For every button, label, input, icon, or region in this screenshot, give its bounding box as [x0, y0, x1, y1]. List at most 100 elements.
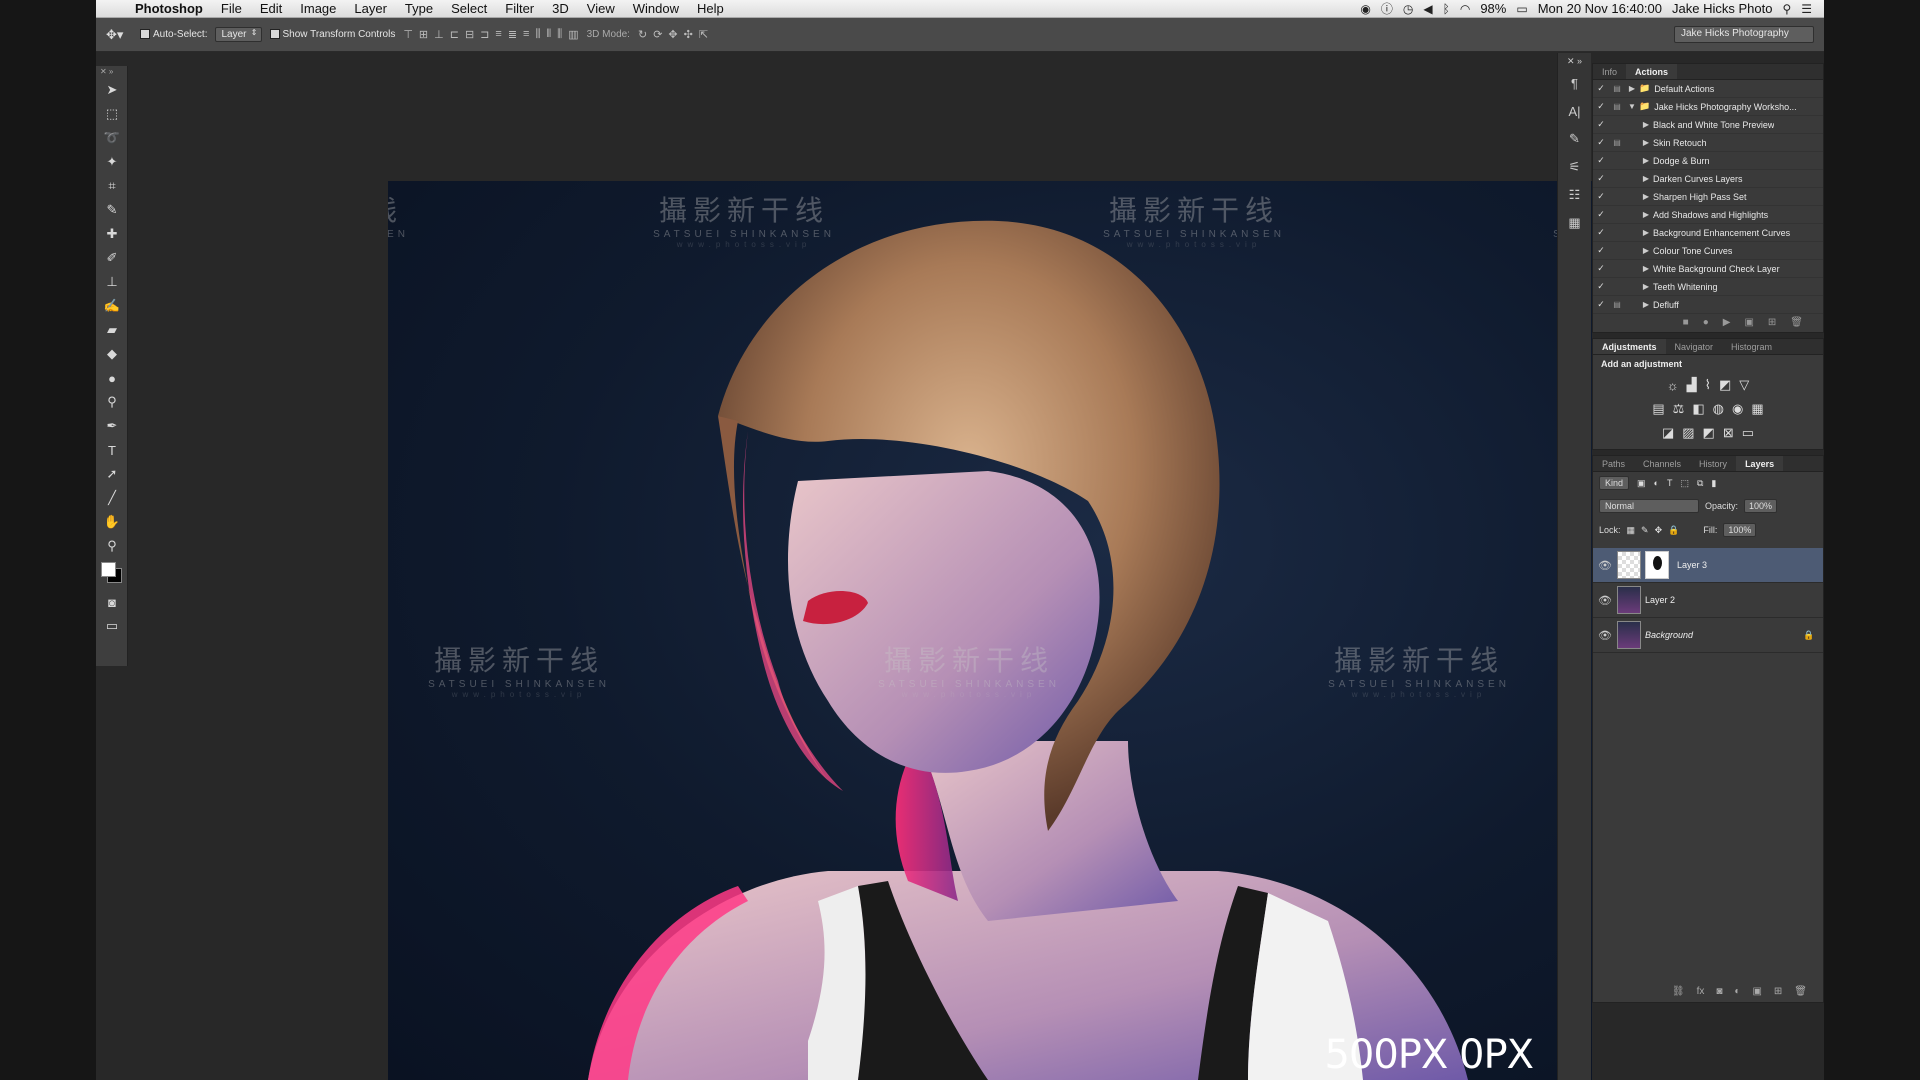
- styles-icon[interactable]: ▦: [1558, 209, 1591, 237]
- screen-mode-icon[interactable]: ▭: [96, 614, 128, 638]
- accessibility-icon[interactable]: ⓘ: [1381, 0, 1393, 17]
- eraser-icon[interactable]: ▰: [96, 318, 128, 342]
- canvas-image[interactable]: 攝影新干线 SATSUEI SHINKANSEN www.photoss.vip…: [388, 181, 1593, 1080]
- tab-histogram[interactable]: Histogram: [1722, 339, 1781, 354]
- tools-panel-header[interactable]: ✕ »: [96, 66, 127, 78]
- paint-bucket-icon[interactable]: ◆: [96, 342, 128, 366]
- channel-mixer-icon[interactable]: ◉: [1732, 401, 1743, 417]
- new-set-icon[interactable]: ▣: [1744, 317, 1753, 328]
- layer-name[interactable]: Background: [1645, 630, 1803, 640]
- menu-help[interactable]: Help: [688, 0, 733, 18]
- show-transform-checkbox[interactable]: Show Transform Controls: [269, 29, 395, 40]
- blend-mode-dropdown[interactable]: Normal: [1599, 499, 1699, 513]
- action-enabled-check-icon[interactable]: ✓: [1593, 155, 1609, 166]
- action-enabled-check-icon[interactable]: ✓: [1593, 227, 1609, 238]
- dock-collapse-icon[interactable]: ✕ »: [1558, 53, 1591, 69]
- time-machine-icon[interactable]: ◷: [1403, 2, 1413, 16]
- battery-icon[interactable]: ▭: [1516, 2, 1527, 16]
- color-balance-icon[interactable]: ⚖: [1673, 401, 1685, 417]
- tab-info[interactable]: Info: [1593, 64, 1626, 79]
- invert-icon[interactable]: ◪: [1662, 425, 1674, 441]
- color-swatches[interactable]: [96, 558, 127, 590]
- type-tool-icon[interactable]: T: [96, 438, 128, 462]
- action-enabled-check-icon[interactable]: ✓: [1593, 263, 1609, 274]
- curves-icon[interactable]: ⌇: [1705, 377, 1711, 393]
- opacity-input[interactable]: 100%: [1744, 499, 1778, 513]
- black-white-icon[interactable]: ◧: [1692, 401, 1704, 417]
- menu-file[interactable]: File: [212, 0, 251, 18]
- action-item[interactable]: ✓ ▶ Darken Curves Layers: [1593, 170, 1823, 188]
- expand-triangle-icon[interactable]: ▶: [1639, 300, 1653, 309]
- fx-icon[interactable]: fx: [1697, 986, 1705, 997]
- menu-window[interactable]: Window: [624, 0, 688, 18]
- brightness-contrast-icon[interactable]: ☼: [1667, 378, 1679, 393]
- clock[interactable]: Mon 20 Nov 16:40:00: [1538, 1, 1662, 16]
- menu-filter[interactable]: Filter: [496, 0, 543, 18]
- action-enabled-check-icon[interactable]: ✓: [1593, 137, 1609, 148]
- align-bottom-icon[interactable]: ⊥: [434, 28, 444, 41]
- dialog-toggle-icon[interactable]: ▤: [1609, 102, 1625, 111]
- character-icon[interactable]: A|: [1558, 97, 1591, 125]
- filter-type-icon[interactable]: T: [1667, 478, 1673, 488]
- tab-actions[interactable]: Actions: [1626, 64, 1678, 79]
- action-item[interactable]: ✓ ▶ Background Enhancement Curves: [1593, 224, 1823, 242]
- action-enabled-check-icon[interactable]: ✓: [1593, 281, 1609, 292]
- align-right-icon[interactable]: ⊐: [480, 28, 489, 41]
- record-icon[interactable]: ●: [1703, 317, 1709, 328]
- action-enabled-check-icon[interactable]: ✓: [1593, 209, 1609, 220]
- 3d-slide-icon[interactable]: ✣: [684, 28, 693, 41]
- kind-dropdown[interactable]: Kind: [1599, 476, 1630, 490]
- action-item[interactable]: ✓ ▶ White Background Check Layer: [1593, 260, 1823, 278]
- action-item[interactable]: ✓ ▶ Dodge & Burn: [1593, 152, 1823, 170]
- layer-row-layer-3[interactable]: 👁 Layer 3: [1593, 548, 1823, 583]
- foreground-color[interactable]: [101, 562, 116, 577]
- align-vcenter-icon[interactable]: ⊞: [419, 28, 428, 41]
- stop-icon[interactable]: ■: [1683, 317, 1689, 328]
- checkbox-box[interactable]: [140, 29, 150, 40]
- pen-tool-icon[interactable]: ✒: [96, 414, 128, 438]
- expand-triangle-icon[interactable]: ▶: [1625, 84, 1639, 93]
- layer-thumbnail[interactable]: [1617, 621, 1641, 649]
- menu-layer[interactable]: Layer: [345, 0, 396, 18]
- move-tool-icon[interactable]: ➤: [96, 78, 128, 102]
- action-enabled-check-icon[interactable]: ✓: [1593, 191, 1609, 202]
- levels-icon[interactable]: ▟: [1687, 377, 1697, 393]
- color-lookup-icon[interactable]: ▦: [1751, 401, 1763, 417]
- selective-color-icon[interactable]: ⊠: [1723, 425, 1734, 441]
- distribute-vcenter-icon[interactable]: ≣: [508, 28, 517, 41]
- brush-tool-icon[interactable]: ✐: [96, 246, 128, 270]
- expand-triangle-icon[interactable]: ▶: [1639, 228, 1653, 237]
- gradient-map-icon[interactable]: ▭: [1742, 425, 1754, 441]
- history-brush-icon[interactable]: ✍: [96, 294, 128, 318]
- tab-history[interactable]: History: [1690, 456, 1736, 471]
- play-icon[interactable]: ▶: [1723, 317, 1731, 328]
- menu-image[interactable]: Image: [291, 0, 345, 18]
- record-icon[interactable]: ◉: [1360, 2, 1370, 16]
- distribute-top-icon[interactable]: ≡: [495, 28, 501, 41]
- zoom-tool-icon[interactable]: ⚲: [96, 534, 128, 558]
- align-top-icon[interactable]: ⊤: [403, 28, 413, 41]
- dialog-toggle-icon[interactable]: ▤: [1609, 138, 1625, 147]
- layer-thumbnail[interactable]: [1617, 586, 1641, 614]
- lock-pixels-icon[interactable]: ✎: [1641, 525, 1649, 536]
- threshold-icon[interactable]: ◩: [1703, 425, 1715, 441]
- expand-triangle-icon[interactable]: ▶: [1639, 156, 1653, 165]
- layer-row-background[interactable]: 👁 Background 🔒: [1593, 618, 1823, 653]
- move-tool-icon[interactable]: ✥▾: [106, 27, 132, 43]
- action-item[interactable]: ✓ ▶ Sharpen High Pass Set: [1593, 188, 1823, 206]
- auto-select-checkbox[interactable]: Auto-Select:: [140, 29, 207, 40]
- distribute-hcenter-icon[interactable]: ⫴: [547, 28, 552, 41]
- action-enabled-check-icon[interactable]: ✓: [1593, 173, 1609, 184]
- paragraph-icon[interactable]: ¶: [1558, 69, 1591, 97]
- expand-triangle-icon[interactable]: ▶: [1639, 138, 1653, 147]
- new-group-icon[interactable]: ▣: [1752, 986, 1761, 997]
- clone-stamp-icon[interactable]: ⊥: [96, 270, 128, 294]
- expand-triangle-icon[interactable]: ▶: [1639, 210, 1653, 219]
- lock-position-icon[interactable]: ✥: [1655, 525, 1663, 536]
- distribute-bottom-icon[interactable]: ≡: [523, 28, 529, 41]
- filter-pixel-icon[interactable]: ▣: [1637, 478, 1646, 489]
- expand-triangle-icon[interactable]: ▶: [1639, 264, 1653, 273]
- menu-type[interactable]: Type: [396, 0, 442, 18]
- action-item[interactable]: ✓ ▶ Colour Tone Curves: [1593, 242, 1823, 260]
- filter-smart-icon[interactable]: ⧉: [1697, 478, 1703, 489]
